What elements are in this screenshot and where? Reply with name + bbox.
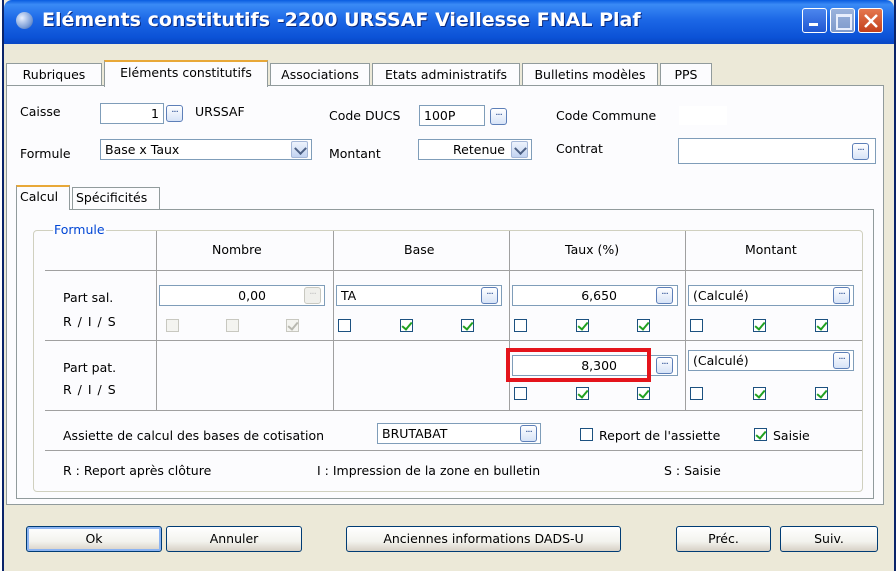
contrat-field[interactable] <box>678 138 876 164</box>
part-sal-montant-i-checkbox[interactable] <box>753 319 766 332</box>
part-pat-taux-i-checkbox[interactable] <box>576 387 589 400</box>
saisie-checkbox[interactable] <box>754 428 767 441</box>
tab-rubriques[interactable]: Rubriques <box>6 63 102 86</box>
close-icon <box>864 14 878 28</box>
grid-line <box>45 450 862 451</box>
col-header-nombre: Nombre <box>212 242 262 257</box>
part-pat-taux-s-checkbox[interactable] <box>637 387 650 400</box>
part-sal-taux-i-checkbox[interactable] <box>576 319 589 332</box>
annuler-button[interactable]: Annuler <box>166 526 302 552</box>
part-pat-montant-s-checkbox[interactable] <box>815 387 828 400</box>
code-ducs-label: Code DUCS <box>329 108 401 123</box>
part-sal-base-lookup-button[interactable] <box>481 286 498 304</box>
report-assiette-checkbox[interactable] <box>580 428 593 441</box>
assiette-lookup-button[interactable] <box>520 424 537 442</box>
tab-elements-constitutifs[interactable]: Eléments constitutifs <box>104 60 268 87</box>
part-pat-montant-field[interactable]: (Calculé) <box>688 350 854 371</box>
tab-associations[interactable]: Associations <box>270 63 370 86</box>
formule-dropdown-icon[interactable] <box>291 141 308 158</box>
ok-button[interactable]: Ok <box>26 526 162 552</box>
col-header-montant: Montant <box>745 242 797 257</box>
part-sal-montant-s-checkbox[interactable] <box>815 319 828 332</box>
caisse-name: URSSAF <box>195 104 245 119</box>
part-pat-taux-lookup-button[interactable] <box>656 356 673 374</box>
row-ris-label: R / I / S <box>63 314 117 329</box>
part-sal-nombre-field[interactable]: 0,00 <box>159 285 325 306</box>
grid-line <box>333 231 334 410</box>
part-sal-base-r-checkbox[interactable] <box>338 319 351 332</box>
formule-select[interactable]: Base x Taux <box>100 139 312 160</box>
code-commune-field[interactable] <box>678 105 728 126</box>
row-label-part-pat: Part pat. <box>63 360 117 375</box>
grid-line <box>156 231 157 410</box>
code-ducs-lookup-button[interactable] <box>490 107 507 125</box>
part-sal-nombre-s-checkbox <box>286 319 299 332</box>
close-button[interactable] <box>858 8 883 33</box>
part-sal-nombre-i-checkbox <box>226 319 239 332</box>
part-pat-montant-i-checkbox[interactable] <box>753 387 766 400</box>
tab-bulletins-modeles[interactable]: Bulletins modèles <box>522 63 658 86</box>
montant-label: Montant <box>329 146 381 161</box>
part-sal-nombre-r-checkbox <box>166 319 179 332</box>
tab-etats-administratifs[interactable]: Etats administratifs <box>372 63 520 86</box>
montant-dropdown-icon[interactable] <box>511 141 528 158</box>
window-title: Eléments constitutifs -2200 URSSAF Viell… <box>42 9 641 31</box>
part-sal-taux-s-checkbox[interactable] <box>637 319 650 332</box>
row-ris-label: R / I / S <box>63 382 117 397</box>
caisse-label: Caisse <box>20 104 61 119</box>
tab-specificites[interactable]: Spécificités <box>72 187 160 209</box>
part-sal-montant-r-checkbox[interactable] <box>690 319 703 332</box>
part-sal-taux-field[interactable]: 6,650 <box>512 285 678 306</box>
part-pat-taux-r-checkbox[interactable] <box>514 387 527 400</box>
title-bar[interactable]: Eléments constitutifs -2200 URSSAF Viell… <box>4 0 894 44</box>
tab-calcul[interactable]: Calcul <box>16 185 70 210</box>
saisie-label: Saisie <box>773 428 810 443</box>
grid-line <box>509 231 510 410</box>
maximize-button[interactable] <box>830 8 855 33</box>
report-assiette-label: Report de l'assiette <box>599 428 721 443</box>
caisse-lookup-button[interactable] <box>166 104 183 122</box>
main-tabs: Rubriques Eléments constitutifs Associat… <box>6 60 896 87</box>
part-sal-nombre-lookup-button <box>304 286 321 304</box>
grid-line <box>685 231 686 410</box>
part-sal-base-s-checkbox[interactable] <box>461 319 474 332</box>
formule-label: Formule <box>20 146 71 161</box>
minimize-button[interactable] <box>802 8 827 33</box>
code-ducs-field[interactable]: 100P <box>419 105 485 126</box>
part-sal-taux-lookup-button[interactable] <box>656 286 673 304</box>
grid-line <box>45 410 862 411</box>
part-sal-base-field[interactable]: TA <box>336 285 502 306</box>
legend-s: S : Saisie <box>664 463 721 478</box>
legend-i: I : Impression de la zone en bulletin <box>317 463 541 478</box>
formule-group-legend: Formule <box>53 222 106 237</box>
part-sal-base-i-checkbox[interactable] <box>400 319 413 332</box>
contrat-lookup-button[interactable] <box>852 142 869 160</box>
suiv-button[interactable]: Suiv. <box>780 526 878 552</box>
prec-button[interactable]: Préc. <box>676 526 771 552</box>
tab-pps[interactable]: PPS <box>660 63 712 86</box>
assiette-field[interactable]: BRUTABAT <box>377 423 541 444</box>
col-header-taux: Taux (%) <box>565 242 620 257</box>
legend-r: R : Report après clôture <box>63 463 212 478</box>
caisse-field[interactable]: 1 <box>100 103 164 124</box>
part-pat-montant-r-checkbox[interactable] <box>690 387 703 400</box>
part-pat-montant-lookup-button[interactable] <box>833 351 850 369</box>
anciennes-informations-button[interactable]: Anciennes informations DADS-U <box>346 526 621 552</box>
highlight-box <box>506 348 651 382</box>
part-sal-montant-lookup-button[interactable] <box>833 286 850 304</box>
contrat-label: Contrat <box>556 141 603 156</box>
col-header-base: Base <box>404 242 435 257</box>
part-sal-taux-r-checkbox[interactable] <box>514 319 527 332</box>
code-commune-label: Code Commune <box>556 108 657 123</box>
row-label-part-sal: Part sal. <box>63 290 114 305</box>
grid-line <box>45 270 862 271</box>
assiette-label: Assiette de calcul des bases de cotisati… <box>63 428 325 443</box>
app-globe-icon <box>16 12 33 29</box>
part-sal-montant-field[interactable]: (Calculé) <box>688 285 854 306</box>
grid-line <box>45 340 862 341</box>
